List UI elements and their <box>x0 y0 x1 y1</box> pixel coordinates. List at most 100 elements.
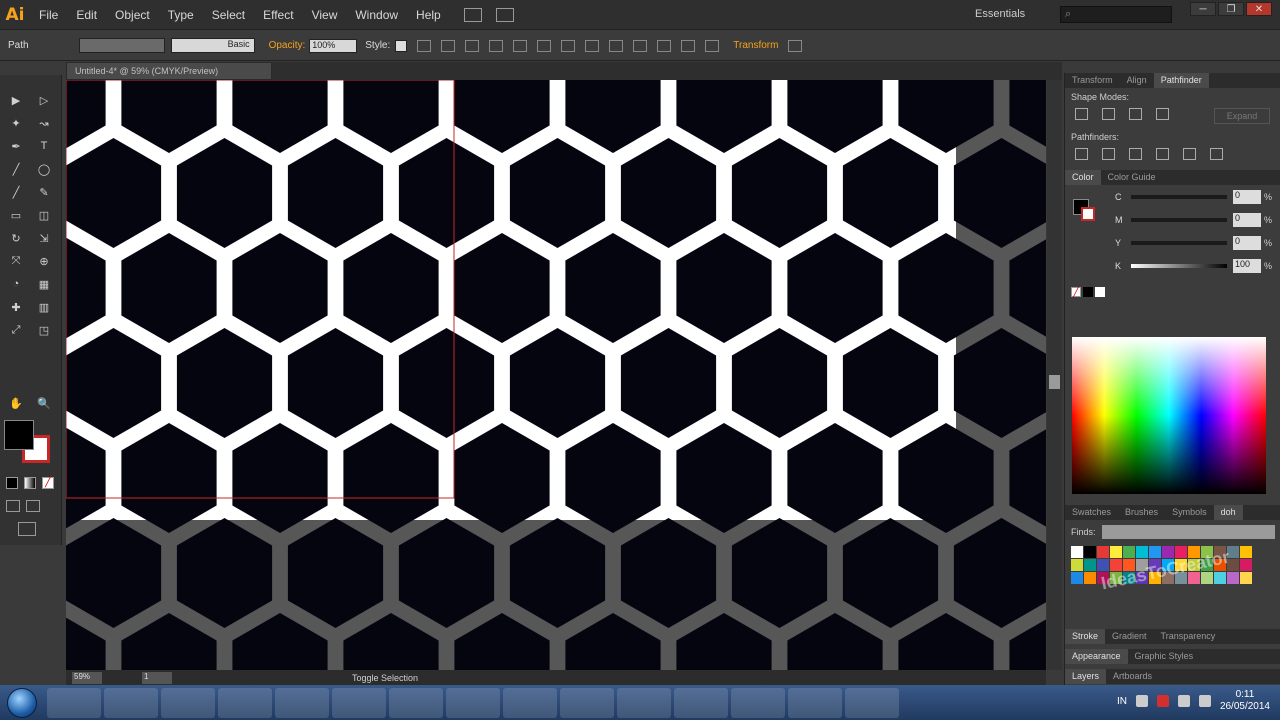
language-indicator[interactable]: IN <box>1117 696 1127 707</box>
taskbar-app[interactable] <box>104 687 158 718</box>
blob-brush-tool-icon[interactable]: ▭ <box>5 205 27 225</box>
tray-app-icon[interactable] <box>1135 695 1148 707</box>
tab-artboards[interactable]: Artboards <box>1106 669 1159 684</box>
perspective-grid-tool-icon[interactable]: ▦ <box>33 274 55 294</box>
shape-builder-tool-icon[interactable]: ◔ <box>5 274 27 294</box>
hexagon[interactable] <box>620 518 717 628</box>
tab-transform[interactable]: Transform <box>1065 73 1120 88</box>
antivirus-icon[interactable] <box>1156 695 1169 707</box>
exclude-icon[interactable] <box>1156 108 1169 120</box>
status-text[interactable]: Toggle Selection <box>352 673 418 683</box>
taskbar-app[interactable] <box>788 687 842 718</box>
opacity-label[interactable]: Opacity: <box>269 40 306 51</box>
hexagon[interactable] <box>66 613 106 670</box>
hexagon[interactable] <box>731 518 828 628</box>
taskbar-app[interactable] <box>845 687 899 718</box>
hexagon[interactable] <box>1009 80 1046 153</box>
scale-tool-icon[interactable]: ⇲ <box>33 228 55 248</box>
crop-icon[interactable] <box>1156 148 1169 160</box>
taskbar-app[interactable] <box>275 687 329 718</box>
fill-color-swatch[interactable] <box>4 420 34 450</box>
artboard-number-field[interactable]: 1 <box>142 671 172 684</box>
menu-help[interactable]: Help <box>407 0 450 30</box>
recolor-icon[interactable] <box>417 39 432 52</box>
menu-effect[interactable]: Effect <box>254 0 302 30</box>
tab-transparency[interactable]: Transparency <box>1154 629 1223 644</box>
hand-tool-icon[interactable]: ✋ <box>5 393 27 413</box>
unite-icon[interactable] <box>1075 108 1088 120</box>
yellow-value[interactable]: 0 <box>1233 235 1261 250</box>
hexagon[interactable] <box>343 613 439 670</box>
taskbar-app[interactable] <box>389 687 443 718</box>
vertical-scrollbar[interactable] <box>1047 80 1062 670</box>
stroke-style-dropdown[interactable]: Basic <box>170 38 255 53</box>
network-icon[interactable] <box>1177 695 1190 707</box>
line-tool-icon[interactable]: ╱ <box>5 159 27 179</box>
color-mode-icon[interactable] <box>6 477 18 489</box>
menu-object[interactable]: Object <box>106 0 159 30</box>
hexagon[interactable] <box>509 518 606 628</box>
rotate-tool-icon[interactable]: ↻ <box>5 228 27 248</box>
hexagon[interactable] <box>1009 423 1046 533</box>
color-spectrum[interactable] <box>1072 337 1266 494</box>
zoom-tool-icon[interactable]: 🔍 <box>33 393 55 413</box>
magenta-slider[interactable] <box>1131 217 1227 222</box>
direct-selection-tool-icon[interactable]: ▷ <box>33 90 55 110</box>
tab-symbols[interactable]: Symbols <box>1165 505 1214 520</box>
align-left-icon[interactable] <box>465 39 480 52</box>
divide-icon[interactable] <box>1075 148 1088 160</box>
distribute-bottom-icon[interactable] <box>657 39 672 52</box>
draw-normal-icon[interactable] <box>6 500 20 512</box>
color-swatch[interactable] <box>1097 546 1109 558</box>
lasso-tool-icon[interactable]: ↝ <box>33 113 55 133</box>
none-mode-icon[interactable]: ╱ <box>42 477 54 489</box>
color-swatch[interactable] <box>1071 546 1083 558</box>
tab-color-guide[interactable]: Color Guide <box>1101 170 1163 185</box>
color-swatch[interactable] <box>1162 546 1174 558</box>
tab-brushes[interactable]: Brushes <box>1118 505 1165 520</box>
fill-dropdown[interactable] <box>78 38 165 53</box>
gradient-mode-icon[interactable] <box>24 477 36 489</box>
taskbar-app[interactable] <box>218 687 272 718</box>
black-swatch[interactable] <box>1083 287 1093 297</box>
white-swatch[interactable] <box>1095 287 1105 297</box>
align-bottom-icon[interactable] <box>585 39 600 52</box>
screen-mode-icon[interactable] <box>18 522 36 536</box>
color-swatch[interactable] <box>1227 572 1239 584</box>
pen-tool-icon[interactable]: ✒ <box>5 136 27 156</box>
pencil-tool-icon[interactable]: ✎ <box>33 182 55 202</box>
minus-front-icon[interactable] <box>1102 108 1115 120</box>
cyan-value[interactable]: 0 <box>1233 189 1261 204</box>
color-swatch[interactable] <box>1071 559 1083 571</box>
black-value[interactable]: 100 <box>1233 258 1261 273</box>
menu-edit[interactable]: Edit <box>67 0 106 30</box>
tab-graphic-styles[interactable]: Graphic Styles <box>1128 649 1201 664</box>
hexagon[interactable] <box>232 613 328 670</box>
align-center-icon[interactable] <box>489 39 504 52</box>
menu-file[interactable]: File <box>30 0 67 30</box>
color-swatch[interactable] <box>1240 559 1252 571</box>
hexagon[interactable] <box>898 613 994 670</box>
cyan-slider[interactable] <box>1131 194 1227 199</box>
magenta-value[interactable]: 0 <box>1233 212 1261 227</box>
type-tool-icon[interactable]: T <box>33 136 55 156</box>
align-middle-icon[interactable] <box>561 39 576 52</box>
hexagon[interactable] <box>1009 233 1046 343</box>
taskbar-app[interactable] <box>731 687 785 718</box>
tab-layers[interactable]: Layers <box>1065 669 1107 684</box>
trim-icon[interactable] <box>1102 148 1115 160</box>
hexagon[interactable] <box>1009 613 1046 670</box>
opacity-field[interactable]: 100% <box>309 38 358 53</box>
eraser-tool-icon[interactable]: ◫ <box>33 205 55 225</box>
eyedropper-tool-icon[interactable]: ⤢ <box>5 320 27 340</box>
menu-type[interactable]: Type <box>159 0 203 30</box>
tab-gradient[interactable]: Gradient <box>1105 629 1154 644</box>
volume-icon[interactable] <box>1198 695 1211 707</box>
align-to-icon[interactable] <box>441 39 456 52</box>
none-swatch[interactable]: ╱ <box>1071 287 1081 297</box>
taskbar-app[interactable] <box>674 687 728 718</box>
clock[interactable]: 0:11 26/05/2014 <box>1220 689 1270 713</box>
mesh-tool-icon[interactable]: ✚ <box>5 297 27 317</box>
width-tool-icon[interactable]: ⤧ <box>5 251 27 271</box>
tab-pathfinder[interactable]: Pathfinder <box>1153 73 1209 88</box>
